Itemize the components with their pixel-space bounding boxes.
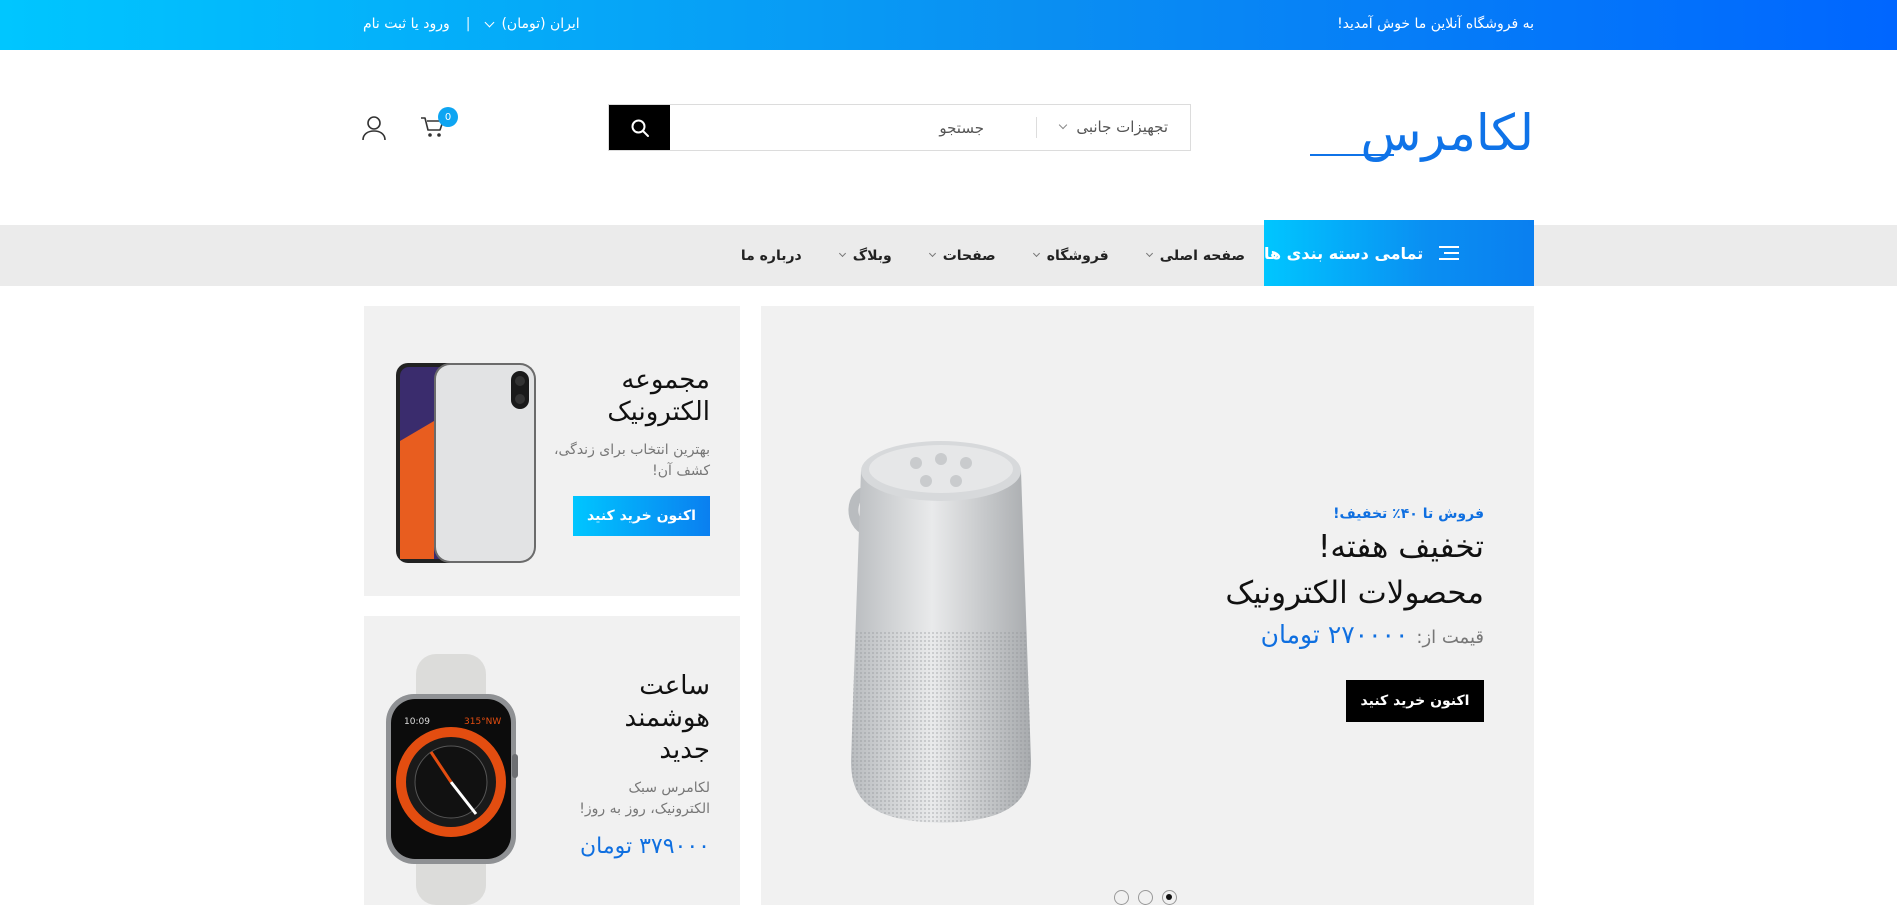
hero-subtitle: فروش تا ۴۰٪ تخفیف!	[1333, 506, 1484, 522]
user-icon	[362, 116, 386, 141]
banner-2-title-line-2: هوشمند	[624, 703, 710, 733]
slider-dots	[1114, 890, 1177, 905]
banner-1-description: بهترین انتخاب برای زندگی، کشف آن!	[554, 440, 710, 482]
hero-price-label: قیمت از:	[1416, 627, 1484, 648]
search-bar: تجهیزات جانبی	[608, 104, 1191, 151]
banner-2-price: ۳۷۹۰۰۰ تومان	[579, 834, 710, 859]
nav-item-shop[interactable]: فروشگاه	[1032, 247, 1109, 264]
hero-price: قیمت از: ۲۷۰۰۰۰ تومان	[1154, 620, 1484, 649]
hero-slider: فروش تا ۴۰٪ تخفیف! تخفیف هفته! محصولات ا…	[761, 306, 1534, 905]
nav-item-home[interactable]: صفحه اصلی	[1145, 247, 1245, 264]
top-bar-separator: |	[465, 16, 471, 32]
banner-1-title-line-2: الکترونیک	[607, 397, 710, 427]
welcome-message: به فروشگاه آنلاین ما خوش آمدید!	[1337, 16, 1534, 32]
chevron-down-icon	[838, 249, 846, 258]
banner-2-desc-line-1: لکامرس سبک	[628, 780, 710, 796]
search-category-select[interactable]: تجهیزات جانبی	[1059, 118, 1168, 136]
speaker-image	[848, 441, 1031, 823]
nav-menu: صفحه اصلی فروشگاه صفحات وبلاگ درباره ما	[703, 225, 1245, 286]
nav-item-label: درباره ما	[740, 247, 802, 264]
search-divider	[1036, 117, 1037, 138]
chevron-down-icon	[1032, 249, 1040, 258]
banner-2-title-line-1: ساعت	[639, 671, 710, 701]
banner-1-desc-line-2: کشف آن!	[652, 463, 710, 479]
site-logo[interactable]: لکامرس	[1361, 108, 1535, 158]
nav-item-label: صفحات	[942, 247, 996, 264]
hero-price-value: ۲۷۰۰۰۰ تومان	[1260, 620, 1409, 649]
nav-item-pages[interactable]: صفحات	[928, 247, 996, 264]
banner-2-description: لکامرس سبک الکترونیک، روز به روز!	[579, 778, 710, 820]
nav-item-label: وبلاگ	[852, 247, 892, 264]
top-bar: به فروشگاه آنلاین ما خوش آمدید! ورود یا …	[0, 0, 1897, 50]
hero-title-line-2: محصولات الکترونیک	[1225, 575, 1484, 611]
login-register-link[interactable]: ورود یا ثبت نام	[363, 16, 450, 32]
banner-1-title-line-1: مجموعه	[621, 365, 710, 395]
cart-count-badge: 0	[438, 107, 458, 127]
all-categories-button[interactable]: تمامی دسته بندی ها	[1264, 220, 1534, 286]
top-bar-links: ورود یا ثبت نام | ایران (تومان)	[363, 16, 580, 32]
smart-watch-image: 10:09 315°NW	[386, 654, 518, 905]
slider-dot-3[interactable]	[1114, 890, 1129, 905]
all-categories-label: تمامی دسته بندی ها	[1264, 243, 1424, 263]
search-icon	[631, 119, 649, 137]
nav-item-about[interactable]: درباره ما	[741, 248, 802, 264]
banner-2-title-line-3: جدید	[659, 735, 710, 765]
slider-dot-2[interactable]	[1138, 890, 1153, 905]
menu-icon	[1439, 246, 1460, 260]
banner-1-shop-now-button[interactable]: اکنون خرید کنید	[573, 496, 710, 536]
hero-text: فروش تا ۴۰٪ تخفیف! تخفیف هفته! محصولات ا…	[1154, 506, 1484, 649]
hero-shop-now-button[interactable]: اکنون خرید کنید	[1346, 680, 1484, 722]
slider-dot-1[interactable]	[1162, 890, 1177, 905]
watch-reading: 315°NW	[464, 717, 501, 727]
electronics-collection-banner: مجموعه الکترونیک بهترین انتخاب برای زندگ…	[364, 306, 740, 596]
banner-2-desc-line-2: الکترونیک، روز به روز!	[579, 801, 710, 817]
smart-watch-text: ساعت هوشمند جدید لکامرس سبک الکترونیک، ر…	[579, 670, 710, 859]
nav-item-label: فروشگاه	[1046, 247, 1109, 264]
smart-watch-banner: 10:09 315°NW ساعت هوشمند جدید لکامرس سبک…	[364, 616, 740, 905]
search-button[interactable]	[609, 105, 670, 150]
hero-title-line-1: تخفیف هفته!	[1317, 529, 1484, 565]
account-button[interactable]	[361, 114, 387, 146]
electronics-collection-text: مجموعه الکترونیک بهترین انتخاب برای زندگ…	[554, 364, 710, 482]
chevron-down-icon	[1059, 120, 1068, 130]
currency-selector[interactable]: ایران (تومان)	[485, 16, 580, 32]
nav-item-label: صفحه اصلی	[1159, 247, 1245, 264]
phone-image	[396, 363, 536, 563]
nav-item-blog[interactable]: وبلاگ	[838, 247, 892, 264]
watch-time: 10:09	[404, 717, 430, 727]
currency-label: ایران (تومان)	[501, 16, 580, 32]
chevron-down-icon	[1145, 249, 1153, 258]
chevron-down-icon	[485, 17, 495, 27]
search-category-label: تجهیزات جانبی	[1076, 118, 1168, 136]
chevron-down-icon	[928, 249, 936, 258]
banner-1-desc-line-1: بهترین انتخاب برای زندگی،	[553, 442, 710, 458]
search-input[interactable]	[684, 105, 984, 150]
logo-underline	[1310, 154, 1394, 156]
